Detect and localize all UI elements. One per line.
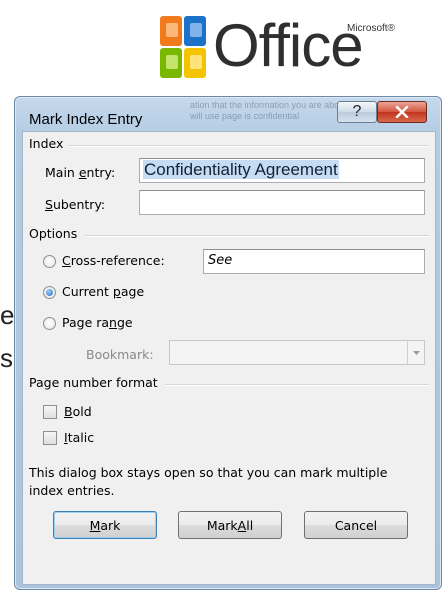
- background-text-fragment: s: [0, 343, 13, 373]
- subentry-label: Subentry:: [45, 197, 106, 212]
- italic-checkbox[interactable]: [43, 431, 57, 445]
- italic-label[interactable]: Italic: [64, 430, 94, 445]
- main-entry-value: Confidentiality Agreement: [143, 160, 339, 179]
- chevron-down-icon: [412, 350, 420, 355]
- dialog-body: Index Main entry: Confidentiality Agreem…: [22, 131, 436, 585]
- section-divider: [85, 235, 429, 237]
- page-range-label[interactable]: Page range: [62, 315, 133, 330]
- close-icon: [395, 106, 409, 118]
- subentry-input[interactable]: [139, 190, 425, 215]
- mark-button[interactable]: Mark: [53, 511, 157, 539]
- mark-all-button[interactable]: Mark All: [178, 511, 282, 539]
- section-index: Index: [29, 136, 64, 151]
- dialog-title: Mark Index Entry: [29, 111, 143, 128]
- office-logo: Office Microsoft®: [151, 4, 441, 88]
- cross-reference-label[interactable]: Cross-reference:: [62, 253, 165, 268]
- help-button[interactable]: ?: [337, 101, 377, 123]
- mark-index-entry-dialog: ation that the information you are about…: [14, 96, 442, 590]
- cancel-button[interactable]: Cancel: [304, 511, 408, 539]
- section-page-number-format: Page number format: [29, 375, 158, 390]
- section-divider: [69, 145, 429, 147]
- section-options: Options: [29, 226, 78, 241]
- bold-checkbox[interactable]: [43, 405, 57, 419]
- cross-reference-radio[interactable]: [43, 255, 56, 268]
- dialog-titlebar[interactable]: ation that the information you are about…: [15, 97, 441, 128]
- office-logo-word: Office: [213, 12, 364, 79]
- current-page-label[interactable]: Current page: [62, 284, 144, 299]
- main-entry-label: Main entry:: [45, 165, 116, 180]
- cross-reference-input[interactable]: See: [203, 249, 425, 274]
- office-logo-icon: [160, 16, 206, 78]
- current-page-radio[interactable]: [43, 286, 56, 299]
- background-text-fragment: e: [0, 300, 15, 330]
- main-entry-input[interactable]: Confidentiality Agreement: [139, 158, 425, 183]
- bookmark-label: Bookmark:: [86, 347, 154, 362]
- help-icon: ?: [352, 103, 362, 120]
- close-button[interactable]: [377, 101, 427, 123]
- bold-label[interactable]: Bold: [64, 404, 92, 419]
- office-logo-brand: Microsoft®: [347, 23, 395, 34]
- section-divider: [166, 384, 429, 386]
- bookmark-dropdown-button[interactable]: [407, 341, 424, 364]
- bookmark-dropdown[interactable]: [169, 340, 425, 365]
- info-text: This dialog box stays open so that you c…: [29, 465, 388, 498]
- page-range-radio[interactable]: [43, 317, 56, 330]
